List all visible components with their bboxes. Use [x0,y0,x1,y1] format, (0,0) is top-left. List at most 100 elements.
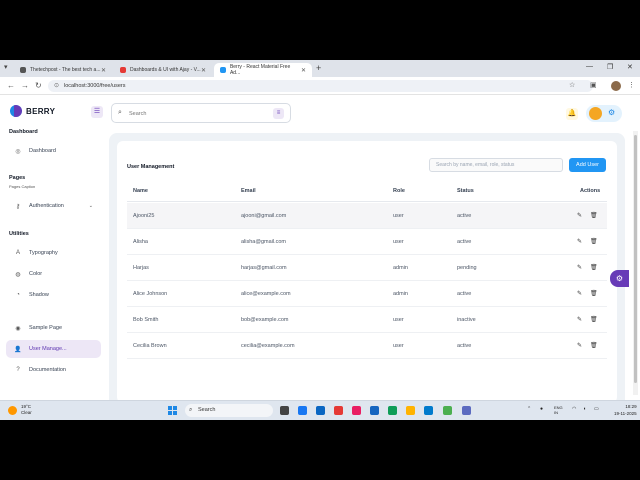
cell-name: Alisha [133,239,148,245]
table-row[interactable]: Alisha alisha@gmail.com user active ✎ 🗑 [127,229,607,255]
table-row[interactable]: Harjas harjas@gmail.com admin pending ✎ … [127,255,607,281]
help-icon: ? [16,367,20,373]
sidebar-item-typography[interactable]: A Typography [6,244,101,262]
sidebar-item-color[interactable]: ◍ Color [6,265,101,283]
table-row[interactable]: Bob Smith bob@example.com user inactive … [127,307,607,333]
edit-icon[interactable]: ✎ [577,264,582,271]
profile-chip[interactable]: ⚙ [586,105,622,122]
facebook-icon[interactable] [298,406,307,415]
url-input[interactable]: ⊙ localhost:3000/free/users [48,80,593,92]
browser-tab-3[interactable]: Berry - React Material Free Ad... ✕ [214,63,312,77]
app-icon[interactable] [462,406,471,415]
new-tab-icon[interactable]: + [316,63,321,73]
tab-title: Dashboards & UI with Ajay - V... [130,67,201,73]
shadow-icon: ◔ [16,292,20,298]
page-scrollbar[interactable] [633,131,638,395]
windows-start-icon[interactable] [168,406,177,415]
system-clock[interactable]: 18:29 19-11-2025 [614,404,637,417]
table-row[interactable]: Alice Johnson alice@example.com admin ac… [127,281,607,307]
tab-search-icon[interactable]: ▾ [4,63,8,71]
sidebar-item-sample-page[interactable]: ◉ Sample Page [6,319,101,337]
section-title-utilities: Utilities [9,231,29,237]
edit-icon[interactable]: ✎ [577,316,582,323]
file-explorer-icon[interactable] [406,406,415,415]
microphone-icon[interactable]: ● [540,406,543,412]
search-input[interactable] [129,108,269,119]
sidebar-item-dashboard[interactable]: ◎ Dashboard [6,142,101,160]
column-header-status[interactable]: Status [457,188,474,194]
minimize-icon[interactable]: — [586,63,593,70]
avatar [589,107,602,120]
tab-favicon [220,67,226,73]
menu-toggle-button[interactable]: ☰ [91,106,103,118]
vscode-icon[interactable] [424,406,433,415]
profile-avatar[interactable] [611,81,621,91]
notification-bell-button[interactable]: 🔔 [566,108,578,120]
close-icon[interactable]: ✕ [301,67,306,74]
user-management-card: User Management Search by name, email, r… [117,141,617,403]
outlook-icon[interactable] [370,406,379,415]
task-view-icon[interactable] [280,406,289,415]
column-header-email[interactable]: Email [241,188,256,194]
column-header-name[interactable]: Name [133,188,148,194]
taskbar-search[interactable]: ⌕ Search [185,404,273,417]
delete-icon[interactable]: 🗑 [590,342,598,349]
instagram-icon[interactable] [352,406,361,415]
delete-icon[interactable]: 🗑 [590,264,598,271]
sidebar-item-label: Typography [29,250,58,256]
scrollbar-thumb[interactable] [634,135,637,383]
youtube-icon [120,67,126,73]
table-search-input[interactable]: Search by name, email, role, status [429,158,563,172]
edit-icon[interactable]: ✎ [577,290,582,297]
browser-tab-2[interactable]: Dashboards & UI with Ajay - V... ✕ [114,63,212,77]
table-row[interactable]: Ajooni25 ajooni@gmail.com user active ✎ … [127,203,607,229]
site-info-icon[interactable]: ⊙ [54,80,59,92]
browser-menu-icon[interactable]: ⋮ [628,81,635,89]
cell-email: ajooni@gmail.com [241,213,287,219]
filter-adjust-button[interactable]: ≡ [273,108,284,119]
delete-icon[interactable]: 🗑 [590,316,598,323]
edit-icon[interactable]: ✎ [577,342,582,349]
close-icon[interactable]: ✕ [201,67,206,74]
customization-settings-button[interactable]: ⚙ [610,270,629,287]
chevron-up-icon[interactable]: ⌃ [527,406,531,412]
cell-name: Bob Smith [133,317,159,323]
volume-icon[interactable]: ◖ [583,406,586,412]
extensions-icon[interactable]: ▣ [590,81,597,89]
add-user-button[interactable]: Add User [569,158,606,172]
sidebar-item-documentation[interactable]: ? Documentation [6,361,101,379]
column-header-role[interactable]: Role [393,188,405,194]
language-indicator[interactable]: ENG IN [554,405,563,415]
forward-icon[interactable]: → [21,81,29,90]
delete-icon[interactable]: 🗑 [590,290,598,297]
weather-widget[interactable]: 19°C Clear [8,404,32,416]
maximize-icon[interactable]: ❐ [607,63,613,71]
edit-icon[interactable]: ✎ [577,238,582,245]
reload-icon[interactable]: ↻ [35,81,42,90]
edit-icon[interactable]: ✎ [577,212,582,219]
brand-logo[interactable]: BERRY [10,105,55,117]
clock-time: 18:29 [625,404,637,409]
browser-tab-1[interactable]: Thetechpost - The best tech a... ✕ [14,63,112,77]
wifi-icon[interactable]: ◠ [572,406,576,412]
youtube-app-icon[interactable] [334,406,343,415]
key-icon: ⚷ [15,203,21,210]
column-header-actions: Actions [580,188,601,194]
battery-icon[interactable]: ▭ [594,406,599,412]
chevron-down-icon: ⌄ [88,203,93,209]
sidebar-item-shadow[interactable]: ◔ Shadow [6,286,101,304]
edge-icon[interactable] [388,406,397,415]
cell-name: Alice Johnson [133,291,168,297]
linkedin-icon[interactable] [316,406,325,415]
window-close-icon[interactable]: ✕ [627,63,633,71]
cell-status: inactive [457,317,476,323]
delete-icon[interactable]: 🗑 [590,212,598,219]
table-row[interactable]: Cecilia Brown cecilia@example.com user a… [127,333,607,359]
delete-icon[interactable]: 🗑 [590,238,598,245]
sidebar-item-user-management[interactable]: 👤 User Manage... [6,340,101,358]
sidebar-item-authentication[interactable]: ⚷ Authentication ⌄ [6,197,101,215]
bookmark-star-icon[interactable]: ☆ [569,81,575,89]
close-icon[interactable]: ✕ [101,67,106,74]
back-icon[interactable]: ← [7,81,15,90]
chrome-icon[interactable] [443,406,452,415]
